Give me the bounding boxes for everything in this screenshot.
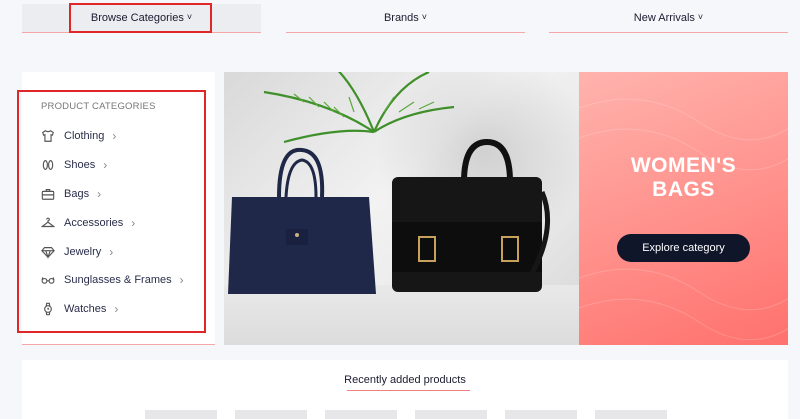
product-thumbnail[interactable]: [505, 410, 577, 419]
brands-button[interactable]: Brands ˅: [286, 4, 525, 33]
category-label: Clothing: [64, 130, 105, 143]
category-panel: PRODUCT CATEGORIES Clothing › Shoes › Ba…: [22, 72, 215, 345]
category-panel-title: PRODUCT CATEGORIES: [41, 101, 156, 112]
glasses-icon: [40, 272, 56, 288]
category-item-accessories[interactable]: Accessories ›: [40, 208, 184, 237]
category-item-watches[interactable]: Watches ›: [40, 295, 184, 324]
bags-illustration: [228, 72, 550, 294]
black-satchel-bag: [392, 138, 550, 292]
title-underline: [347, 390, 470, 391]
product-thumbnail[interactable]: [145, 410, 217, 419]
explore-category-button[interactable]: Explore category: [617, 234, 750, 262]
category-label: Accessories: [64, 216, 124, 229]
chevron-right-icon: ›: [112, 129, 117, 144]
recently-added-title: Recently added products: [344, 374, 466, 386]
watch-icon: [40, 301, 56, 317]
top-navigation: Browse Categories ˅ Brands ˅ New Arrival…: [22, 4, 788, 33]
hero-banner-image[interactable]: [224, 72, 579, 345]
browse-categories-label: Browse Categories: [90, 12, 184, 24]
category-item-jewelry[interactable]: Jewelry ›: [40, 237, 184, 266]
promo-title-line2: BAGS: [652, 178, 715, 201]
shoes-icon: [40, 157, 56, 173]
palm-leaves: [263, 72, 455, 144]
chevron-right-icon: ›: [103, 158, 108, 173]
category-item-shoes[interactable]: Shoes ›: [40, 151, 184, 180]
new-arrivals-label: New Arrivals: [633, 12, 695, 24]
new-arrivals-button[interactable]: New Arrivals ˅: [549, 4, 788, 33]
promo-background-pattern: [579, 98, 788, 341]
promo-title: WOMEN'S BAGS: [579, 154, 788, 202]
category-item-clothing[interactable]: Clothing ›: [40, 122, 184, 151]
chevron-right-icon: ›: [97, 186, 102, 201]
product-thumbnail[interactable]: [595, 410, 667, 419]
bag-icon: [40, 186, 56, 202]
shirt-icon: [40, 128, 56, 144]
hanger-icon: [40, 215, 56, 231]
product-thumbnail[interactable]: [415, 410, 487, 419]
chevron-right-icon: ›: [131, 215, 136, 230]
category-label: Watches: [64, 303, 107, 316]
recently-added-section: Recently added products: [22, 360, 788, 419]
navy-tote-bag: [228, 147, 376, 294]
product-thumbnail[interactable]: [325, 410, 397, 419]
category-list: Clothing › Shoes › Bags › Accessories ›: [40, 122, 184, 324]
chevron-right-icon: ›: [109, 244, 114, 259]
chevron-right-icon: ›: [179, 273, 184, 288]
category-label: Sunglasses & Frames: [64, 274, 172, 287]
category-label: Bags: [64, 187, 90, 200]
chevron-down-icon: ˅: [186, 12, 193, 22]
category-item-bags[interactable]: Bags ›: [40, 180, 184, 209]
chevron-right-icon: ›: [114, 302, 119, 317]
category-label: Shoes: [64, 159, 96, 172]
chevron-down-icon: ˅: [697, 12, 704, 22]
promo-card: WOMEN'S BAGS Explore category: [579, 72, 788, 345]
chevron-down-icon: ˅: [421, 12, 428, 22]
brands-label: Brands: [383, 12, 419, 24]
product-thumbnail[interactable]: [235, 410, 307, 419]
category-item-sunglasses[interactable]: Sunglasses & Frames ›: [40, 266, 184, 295]
category-label: Jewelry: [64, 245, 102, 258]
browse-categories-button[interactable]: Browse Categories ˅: [22, 4, 261, 33]
promo-title-line1: WOMEN'S: [630, 154, 737, 177]
diamond-icon: [40, 244, 56, 260]
